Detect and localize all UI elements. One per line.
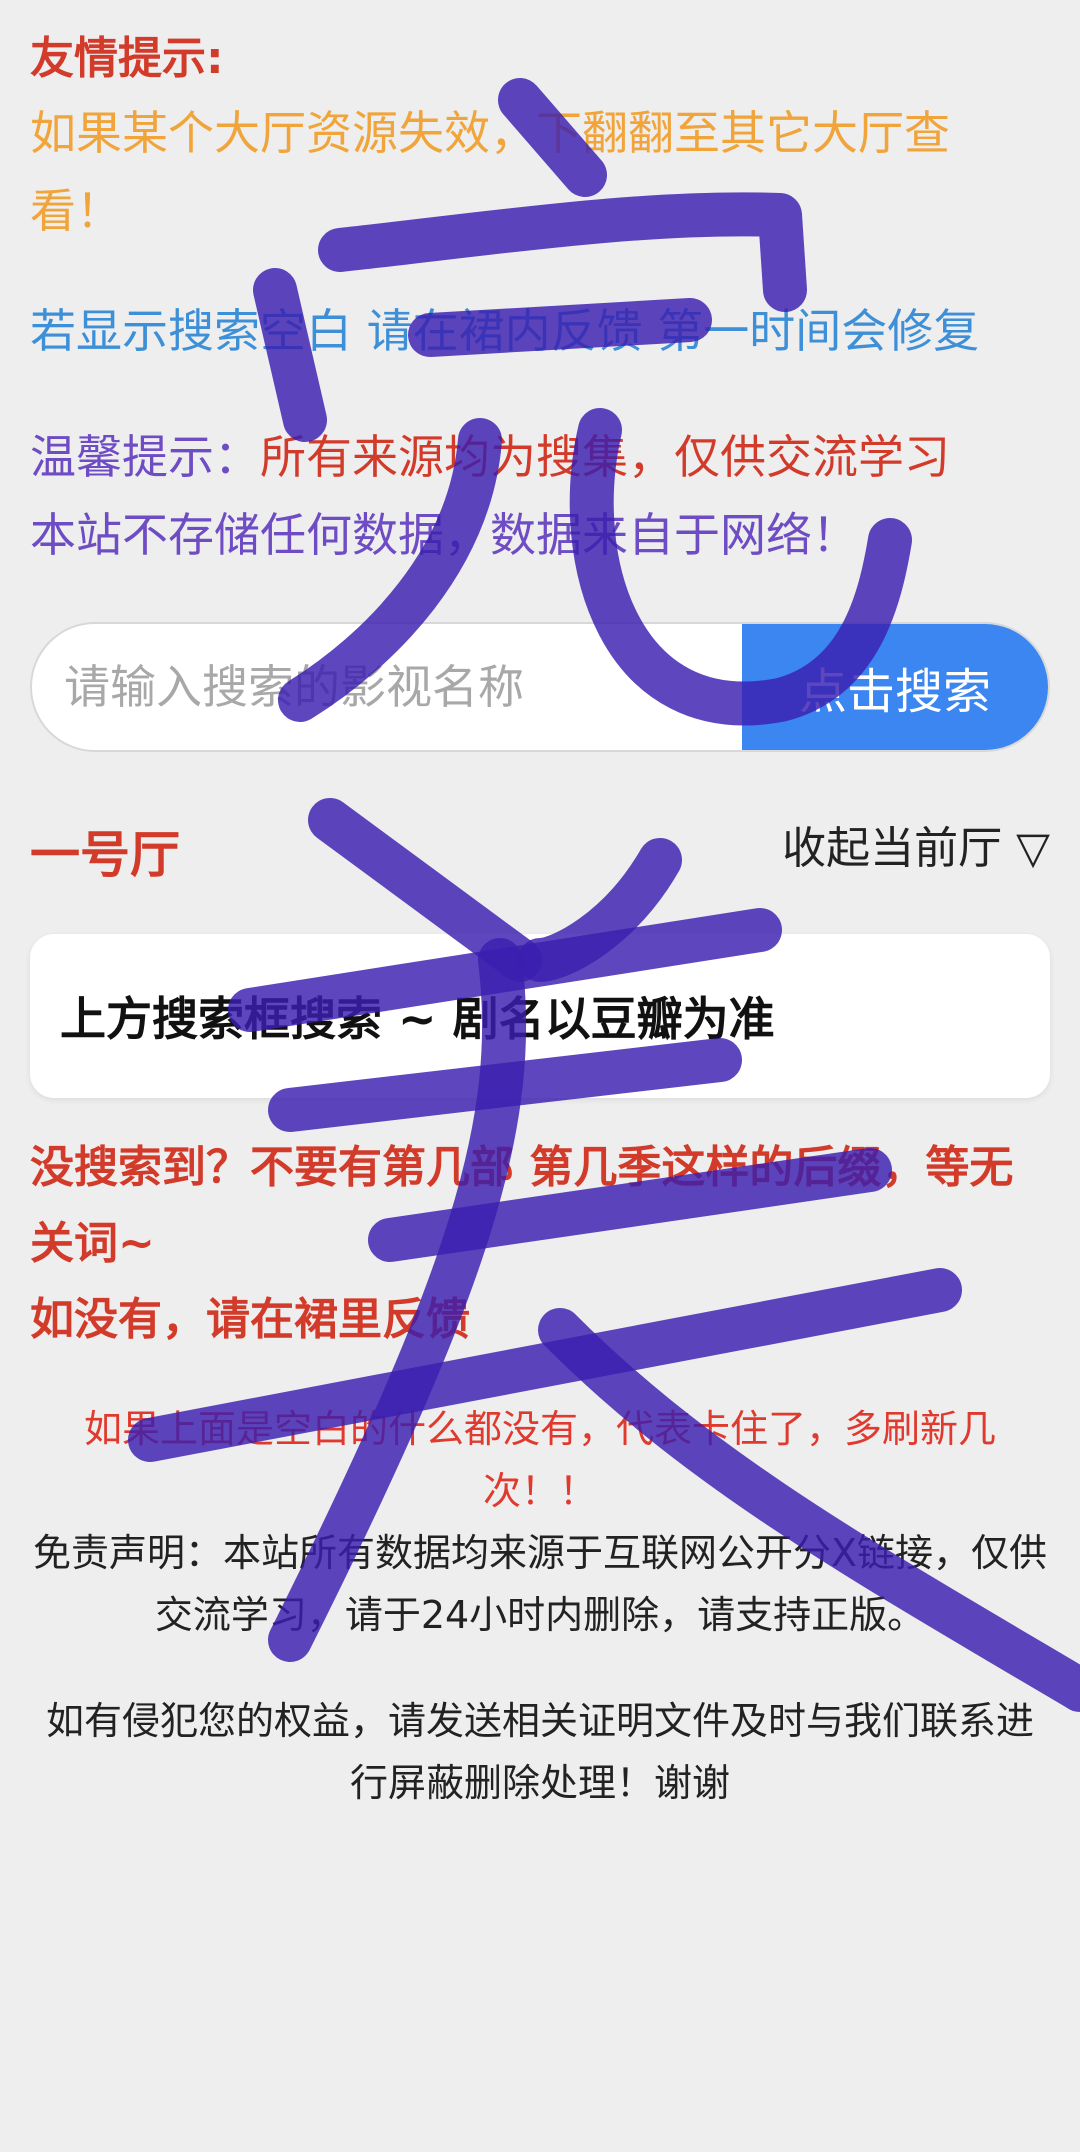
tip-resource-failure: 如果某个大厅资源失效，下翻翻至其它大厅查看！ (30, 106, 950, 238)
not-found-line2: 如没有，请在裙里反馈 (30, 1294, 470, 1345)
search-bar: 点击搜索 (30, 622, 1050, 752)
search-hint-text: 上方搜索框搜索 ~ 剧名以豆瓣为准 (60, 992, 775, 1046)
search-input[interactable] (32, 624, 742, 750)
not-found-line1: 没搜索到？不要有第几部 第几季这样的后缀，等无关词~ (30, 1142, 1014, 1269)
page: 友情提示: 如果某个大厅资源失效，下翻翻至其它大厅查看！ 若显示搜索空白 请在裙… (0, 0, 1080, 2152)
tips-title: 友情提示: (30, 33, 224, 84)
tip-warm-label: 温馨提示： (30, 430, 260, 484)
collapse-hall-button[interactable]: 收起当前厅 ▽ (782, 812, 1050, 876)
search-button[interactable]: 点击搜索 (742, 624, 1048, 750)
hall-title: 一号厅 (30, 826, 180, 884)
blank-warning: 如果上面是空白的什么都没有，代表卡住了，多刷新几次！！ (83, 1407, 996, 1513)
disclaimer: 免责声明：本站所有数据均来源于互联网公开分X链接，仅供交流学习，请于24小时内删… (32, 1531, 1048, 1637)
tip-blank-search: 若显示搜索空白 请在裙内反馈 第一时间会修复 (30, 304, 980, 358)
tip-warm: 温馨提示：所有来源均为搜集，仅供交流学习 (30, 418, 1040, 496)
tip-no-storage: 本站不存储任何数据，数据来自于网络！ (30, 508, 858, 562)
search-hint-card: 上方搜索框搜索 ~ 剧名以豆瓣为准 (30, 934, 1050, 1098)
infringement-notice: 如有侵犯您的权益，请发送相关证明文件及时与我们联系进行屏蔽删除处理！谢谢 (45, 1699, 1034, 1805)
not-found-hint: 没搜索到？不要有第几部 第几季这样的后缀，等无关词~ 如没有，请在裙里反馈 (30, 1130, 1055, 1358)
tip-warm-text: 所有来源均为搜集，仅供交流学习 (260, 430, 950, 484)
